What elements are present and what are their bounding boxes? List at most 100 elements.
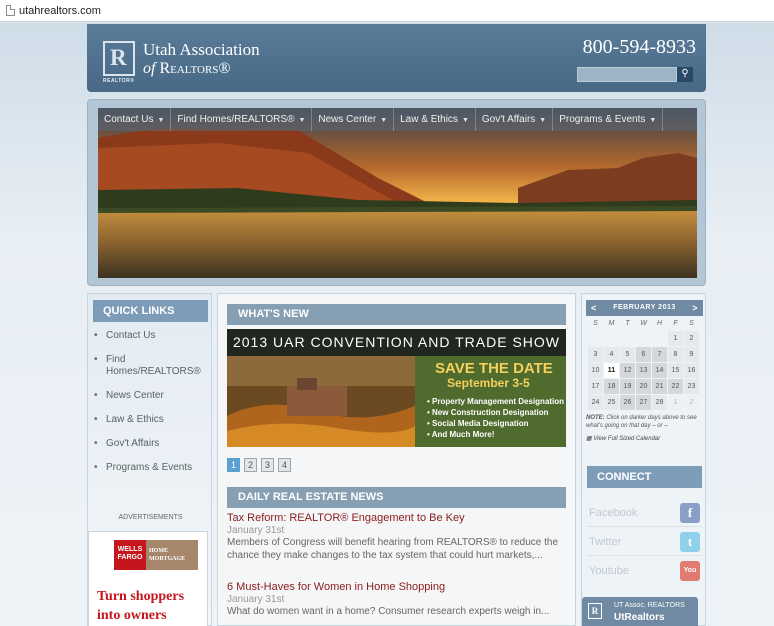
news-article-body: Members of Congress will benefit hearing… (227, 537, 559, 561)
calendar-note: NOTE: Click on darker days above to see … (586, 415, 697, 429)
calendar-day[interactable]: 2 (684, 331, 699, 346)
calendar-day[interactable]: 8 (668, 347, 683, 362)
wells-fargo-ad[interactable]: WELLS FARGO HOME MORTGAGE Turn shoppers i… (88, 531, 208, 626)
calendar-header: < FEBRUARY 2013 > (586, 300, 703, 316)
calendar-day[interactable]: 15 (668, 363, 683, 378)
nav-find-homes[interactable]: Find Homes/REALTORS® ▼ (171, 108, 313, 131)
site-header: R REALTOR® Utah Association of Realtors®… (87, 24, 706, 92)
daily-news-title: DAILY REAL ESTATE NEWS (227, 487, 566, 508)
calendar-day[interactable]: 14 (652, 363, 667, 378)
calendar-day[interactable]: 9 (684, 347, 699, 362)
calendar-day[interactable]: 2 (684, 395, 699, 410)
nav-news-center[interactable]: News Center ▼ (312, 108, 395, 131)
news-article: Tax Reform: REALTOR® Engagement to Be Ke… (227, 512, 572, 562)
calendar-day[interactable]: 27 (636, 395, 651, 410)
calendar-day[interactable]: 23 (684, 379, 699, 394)
full-calendar-link[interactable]: ▦ View Full Sized Calendar (586, 435, 703, 442)
news-article-date: January 31st (227, 525, 285, 536)
nav-programs-events[interactable]: Programs & Events ▼ (553, 108, 664, 131)
ut-realtors-badge[interactable]: R UT Assoc. REALTORS UtRealtors (582, 597, 698, 626)
pager-page-4[interactable]: 4 (278, 458, 291, 472)
calendar-day[interactable]: 28 (652, 395, 667, 410)
calendar-day[interactable]: 10 (588, 363, 603, 378)
whats-new-title: WHAT'S NEW (227, 304, 566, 325)
quick-link-find-homes[interactable]: Find Homes/REALTORS® (94, 354, 209, 378)
calendar-day[interactable]: 24 (588, 395, 603, 410)
news-article: 6 Must-Haves for Women in Home Shopping … (227, 581, 572, 618)
chevron-down-icon: ▼ (380, 117, 388, 124)
convention-banner[interactable]: 2013 UAR CONVENTION AND TRADE SHOW SAVE … (227, 329, 566, 447)
home-mortgage-logo: HOME MORTGAGE (146, 540, 198, 570)
quick-link-programs-events[interactable]: Programs & Events (94, 462, 209, 474)
calendar-day[interactable]: 18 (604, 379, 619, 394)
calendar-day[interactable]: 26 (620, 395, 635, 410)
quick-link-news-center[interactable]: News Center (94, 390, 209, 402)
right-column: < FEBRUARY 2013 > SMTWHFS 12 3456789 10 1… (581, 293, 706, 626)
quick-links-panel: QUICK LINKS Contact Us Find Homes/REALTO… (87, 293, 212, 626)
pager-page-2[interactable]: 2 (244, 458, 257, 472)
search-input[interactable] (577, 67, 677, 82)
news-article-title[interactable]: Tax Reform: REALTOR® Engagement to Be Ke… (227, 512, 572, 524)
designation-item: And Much More! (427, 429, 564, 440)
calendar-day-today[interactable]: 11 (604, 363, 619, 378)
search-icon[interactable]: ⚲ (677, 67, 693, 82)
realtor-logo[interactable]: R (103, 41, 135, 76)
org-name-line2: of Realtors® (143, 60, 231, 77)
calendar-day[interactable]: 3 (588, 347, 603, 362)
youtube-icon[interactable]: You (680, 561, 700, 581)
pager-page-3[interactable]: 3 (261, 458, 274, 472)
pager-page-1[interactable]: 1 (227, 458, 240, 472)
social-label: Twitter (589, 536, 622, 548)
social-twitter[interactable]: Twitter t (587, 528, 702, 556)
main-nav: Contact Us ▼ Find Homes/REALTORS® ▼ News C… (98, 108, 697, 131)
connect-title: CONNECT (587, 466, 702, 488)
calendar-day[interactable]: 22 (668, 379, 683, 394)
calendar-icon: ▦ (586, 436, 592, 442)
chevron-down-icon: ▼ (157, 117, 165, 124)
calendar-day[interactable]: 6 (636, 347, 651, 362)
nav-contact-us[interactable]: Contact Us ▼ (98, 108, 172, 131)
social-youtube[interactable]: Youtube You (587, 557, 702, 585)
browser-address-bar[interactable]: utahrealtors.com (0, 0, 774, 22)
calendar-day[interactable]: 1 (668, 395, 683, 410)
calendar-day[interactable]: 12 (620, 363, 635, 378)
calendar-day[interactable]: 1 (668, 331, 683, 346)
chevron-down-icon: ▼ (298, 117, 306, 124)
calendar-day[interactable]: 7 (652, 347, 667, 362)
social-facebook[interactable]: Facebook f (587, 499, 702, 527)
quick-link-law-ethics[interactable]: Law & Ethics (94, 414, 209, 426)
quick-link-contact-us[interactable]: Contact Us (94, 330, 209, 342)
calendar-day[interactable]: 5 (620, 347, 635, 362)
events-calendar: < FEBRUARY 2013 > SMTWHFS 12 3456789 10 1… (586, 300, 703, 442)
banner-headline: 2013 UAR CONVENTION AND TRADE SHOW (227, 329, 566, 356)
facebook-icon[interactable]: f (680, 503, 700, 523)
hero-banner: Contact Us ▼ Find Homes/REALTORS® ▼ News C… (98, 108, 697, 278)
hero-frame: Contact Us ▼ Find Homes/REALTORS® ▼ News C… (87, 99, 706, 286)
calendar-day[interactable]: 20 (636, 379, 651, 394)
save-the-date-panel: SAVE THE DATE September 3-5 Property Man… (415, 356, 566, 447)
calendar-day[interactable]: 25 (604, 395, 619, 410)
chevron-down-icon: ▼ (539, 117, 547, 124)
resort-photo (227, 356, 415, 447)
calendar-month: FEBRUARY 2013 (613, 304, 676, 311)
chevron-down-icon: ▼ (461, 117, 469, 124)
quick-link-govt-affairs[interactable]: Gov't Affairs (94, 438, 209, 450)
quick-links-title: QUICK LINKS (93, 300, 208, 322)
news-article-title[interactable]: 6 Must-Haves for Women in Home Shopping (227, 581, 572, 593)
url-text[interactable]: utahrealtors.com (19, 5, 101, 17)
logo-caption: REALTOR® (103, 78, 135, 84)
main-content: WHAT'S NEW 2013 UAR CONVENTION AND TRADE… (217, 293, 576, 626)
calendar-day[interactable]: 13 (636, 363, 651, 378)
calendar-prev-button[interactable]: < (591, 300, 597, 316)
twitter-icon[interactable]: t (680, 532, 700, 552)
calendar-next-button[interactable]: > (692, 300, 698, 316)
save-the-date-text: SAVE THE DATE (435, 360, 553, 377)
calendar-day[interactable]: 19 (620, 379, 635, 394)
wells-fargo-logo: WELLS FARGO (114, 540, 146, 570)
nav-govt-affairs[interactable]: Gov't Affairs ▼ (476, 108, 554, 131)
calendar-day[interactable]: 16 (684, 363, 699, 378)
calendar-day[interactable]: 17 (588, 379, 603, 394)
calendar-day[interactable]: 4 (604, 347, 619, 362)
calendar-day[interactable]: 21 (652, 379, 667, 394)
nav-law-ethics[interactable]: Law & Ethics ▼ (394, 108, 476, 131)
